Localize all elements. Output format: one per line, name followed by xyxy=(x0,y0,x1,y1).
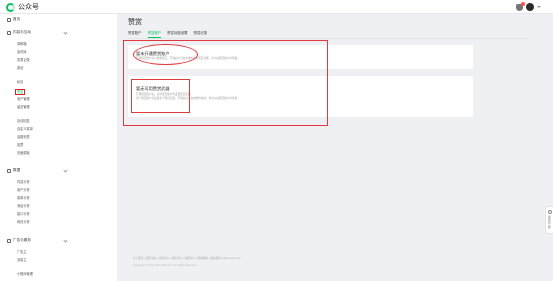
sidebar-item-auto-reply[interactable]: 自动回复 xyxy=(17,119,30,123)
footer-links[interactable]: 关于腾讯 | 服务协议 | 运营中心 | 辟谣中心 | 客服中心 | 联系邮箱 … xyxy=(133,257,240,261)
sidebar-item-label: 首页 xyxy=(13,17,21,21)
help-widget[interactable]: 遇到问题 xyxy=(545,206,553,234)
card-description: 每个赞赏账户可设置多个赞赏武器，开通后可以在文章中使用，也可以在赞赏账户中查看 xyxy=(136,97,238,100)
help-label: 遇到问题 xyxy=(548,216,551,229)
sidebar-group-data[interactable]: 数据 xyxy=(7,168,68,173)
sidebar-item-vote[interactable]: 投票 xyxy=(17,143,23,147)
notification-dot-icon xyxy=(521,1,525,6)
sidebar-item-content-analysis[interactable]: 内容分析 xyxy=(17,180,30,184)
data-icon xyxy=(7,168,11,173)
sidebar-group-label: 内容与互动 xyxy=(13,30,31,34)
page-title: 赞赏 xyxy=(128,18,142,26)
chevron-down-icon xyxy=(63,238,68,243)
sidebar-item-page-templates[interactable]: 页面模板 xyxy=(17,151,30,155)
sidebar-item-user-analysis[interactable]: 用户分析 xyxy=(17,188,30,192)
sidebar-item-custom-menu[interactable]: 自定义菜单 xyxy=(17,127,33,131)
tabs-divider xyxy=(128,38,528,39)
tab-likes-settings[interactable]: 赞赏功能设置 xyxy=(167,30,187,38)
sidebar-group-ads[interactable]: 广告与服务 xyxy=(7,238,68,243)
tab-likes-account[interactable]: 赞赏账户 xyxy=(128,30,142,38)
sidebar-item-drafts[interactable]: 草稿箱 xyxy=(17,42,27,46)
tab-bar: 赞赏账户 赞赏账户 赞赏功能设置 赞赏记录 xyxy=(128,30,207,38)
avatar[interactable] xyxy=(526,3,534,11)
sidebar-item-originals[interactable]: 原创 xyxy=(17,66,23,70)
likes-weapon-card: 暂无可用赞赏武器 开通赞赏账户后，可在赞赏账户中设置赞赏武器 每个赞赏账户可设置… xyxy=(128,76,473,117)
card-description: 开通赞赏账户可以接收赞赏，开通后方可在文章中使用赞赏功能，可以在赞赏账户中查看。 xyxy=(136,57,240,60)
sidebar-group-label: 数据 xyxy=(13,168,21,172)
top-right-controls xyxy=(516,1,541,11)
sidebar-item-ad-main[interactable]: 广告主 xyxy=(17,250,27,254)
sidebar-item-message-management[interactable]: 留言管理 xyxy=(17,105,30,109)
content-icon xyxy=(7,30,11,35)
sidebar-item-user-management[interactable]: 用户管理 xyxy=(17,97,30,101)
sidebar-item-menu-analysis[interactable]: 菜单分析 xyxy=(17,196,30,200)
sidebar-item-interface-analysis[interactable]: 接口分析 xyxy=(17,212,30,216)
sidebar-item-materials[interactable]: 素材库 xyxy=(17,50,27,54)
sidebar-item-mini-program[interactable]: 小程序管理 xyxy=(17,272,33,276)
logo[interactable]: 公众号 xyxy=(6,2,39,12)
ads-icon xyxy=(7,238,11,243)
help-icon xyxy=(547,210,552,214)
likes-account-card: 暂未开通赞赏账户 开通赞赏账户可以接收赞赏，开通后方可在文章中使用赞赏功能，可以… xyxy=(128,45,473,69)
sidebar-group-content[interactable]: 内容与互动 xyxy=(7,30,68,35)
chevron-down-icon xyxy=(63,30,68,35)
footer-copyright: Copyright © 2012-2024 Tencent. All Right… xyxy=(133,264,198,267)
sidebar-item-likes[interactable]: 赞赏 xyxy=(15,89,26,95)
sidebar-item-topic-tags[interactable]: 话题标签 xyxy=(17,135,30,139)
sidebar-group-label: 广告与服务 xyxy=(13,238,31,242)
app-name: 公众号 xyxy=(18,3,39,11)
sidebar-item-web-analysis[interactable]: 网页分析 xyxy=(17,220,30,224)
tab-likes-account-active[interactable]: 赞赏账户 xyxy=(147,30,162,38)
logo-icon xyxy=(6,2,15,12)
sidebar-item-chat[interactable]: 私信 xyxy=(17,80,23,84)
chevron-down-icon[interactable] xyxy=(537,6,541,8)
notification-bell-icon[interactable] xyxy=(516,1,525,11)
main-content: 赞赏 赞赏账户 赞赏账户 赞赏功能设置 赞赏记录 暂未开通赞赏账户 开通赞赏账户… xyxy=(117,14,553,281)
card-title: 暂无可用赞赏武器 xyxy=(136,86,170,91)
sidebar-item-publish-records[interactable]: 发表记录 xyxy=(17,58,30,62)
sidebar-item-message-analysis[interactable]: 消息分析 xyxy=(17,204,30,208)
home-icon xyxy=(7,17,11,22)
top-bar: 公众号 xyxy=(0,0,553,14)
sidebar: 首页 内容与互动 草稿箱 素材库 发表记录 原创 私信 赞赏 用户管理 留言管理… xyxy=(0,14,117,281)
sidebar-item-traffic-main[interactable]: 流量主 xyxy=(17,258,27,262)
sidebar-item-home[interactable]: 首页 xyxy=(7,17,20,22)
tab-likes-records[interactable]: 赞赏记录 xyxy=(193,30,207,38)
chevron-down-icon xyxy=(63,168,68,173)
